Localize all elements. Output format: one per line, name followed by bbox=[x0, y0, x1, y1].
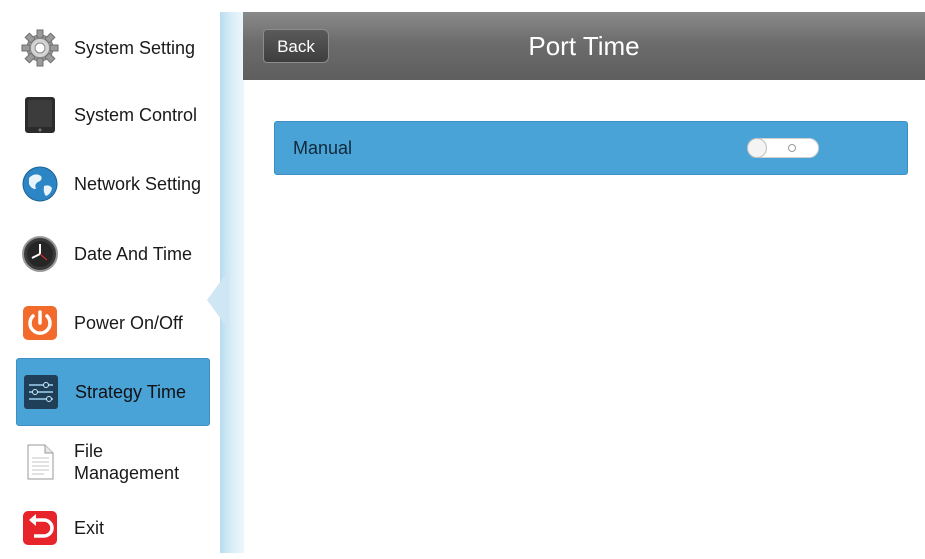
sidebar-item-label: Power On/Off bbox=[74, 313, 183, 333]
page-header: Back Port Time bbox=[243, 12, 925, 80]
divider-notch bbox=[207, 270, 229, 330]
manual-toggle[interactable] bbox=[747, 138, 819, 158]
toggle-off-indicator bbox=[788, 144, 796, 152]
sidebar-item-label: System Setting bbox=[74, 38, 196, 58]
tablet-icon bbox=[20, 95, 60, 135]
toggle-knob bbox=[747, 138, 767, 158]
sidebar-item-label: Exit bbox=[74, 518, 105, 538]
sidebar-item-label: File Management bbox=[74, 441, 180, 483]
sidebar-item-strategy-time[interactable]: Strategy Time bbox=[16, 358, 210, 426]
sidebar-item-file-management[interactable]: File Management bbox=[16, 428, 210, 496]
sidebar-item-system-control[interactable]: System Control bbox=[16, 81, 210, 149]
gear-icon bbox=[20, 28, 60, 68]
sidebar-item-date-and-time[interactable]: Date And Time bbox=[16, 220, 210, 288]
document-icon bbox=[20, 442, 60, 482]
manual-setting-row[interactable]: Manual bbox=[274, 121, 908, 175]
sidebar-item-label: System Control bbox=[74, 105, 198, 125]
power-icon bbox=[20, 303, 60, 343]
back-button[interactable]: Back bbox=[263, 29, 329, 63]
page-title: Port Time bbox=[528, 31, 640, 61]
sidebar-item-network-setting[interactable]: Network Setting bbox=[16, 150, 210, 218]
clock-icon bbox=[20, 234, 60, 274]
sidebar-item-system-setting[interactable]: System Setting bbox=[16, 14, 210, 82]
globe-icon bbox=[20, 164, 60, 204]
sliders-icon bbox=[21, 372, 61, 412]
sidebar-item-label: Date And Time bbox=[74, 244, 193, 264]
sidebar: System Setting System Control Network Se… bbox=[0, 0, 222, 553]
sidebar-item-label: Strategy Time bbox=[75, 382, 187, 402]
sidebar-item-label: Network Setting bbox=[74, 174, 202, 194]
manual-label: Manual bbox=[293, 138, 353, 158]
exit-icon bbox=[20, 508, 60, 548]
sidebar-item-exit[interactable]: Exit bbox=[16, 497, 210, 559]
sidebar-item-power-on-off[interactable]: Power On/Off bbox=[16, 289, 210, 357]
